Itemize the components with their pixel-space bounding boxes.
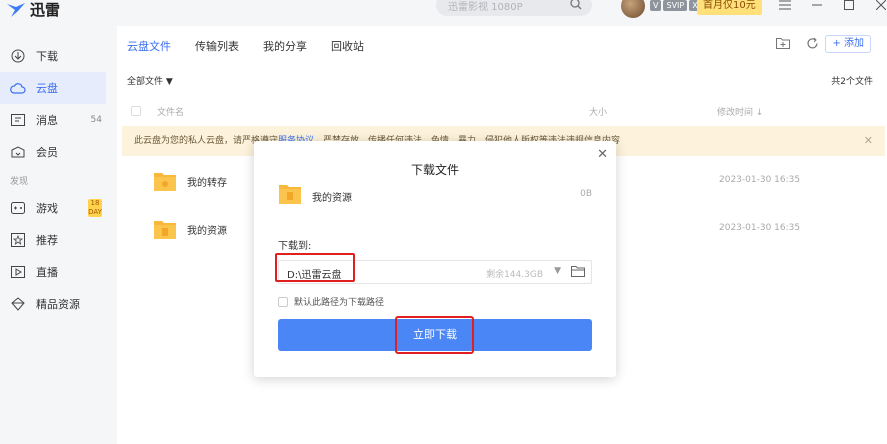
dialog-close-icon[interactable]: ✕ [597, 147, 608, 162]
refresh-icon[interactable] [806, 37, 819, 53]
app-logo: 迅雷 [6, 0, 60, 20]
search-placeholder: 迅雷影视 1080P [448, 1, 523, 13]
download-dialog: 下载文件 ✕ 我的资源 0B 下载到: D:\迅雷云盘 剩余144.3GB ▼ … [254, 141, 616, 377]
file-count: 共2个文件 [831, 77, 873, 87]
sidebar-item-games[interactable]: 游戏 18 DAY [0, 192, 112, 224]
tab-recycle-bin[interactable]: 回收站 [331, 38, 364, 54]
caret-down-icon: ▼ [165, 77, 173, 87]
message-icon [10, 112, 26, 128]
gem-icon [10, 296, 26, 312]
folder-icon [278, 181, 302, 208]
window-controls [776, 0, 887, 13]
app-name: 迅雷 [30, 1, 61, 19]
live-icon [10, 264, 26, 280]
toolbar [776, 37, 819, 53]
title-bar: 迅雷 迅雷影视 1080P V SVIP X 首月仅10元 [0, 0, 887, 20]
thunder-bird-icon [6, 2, 26, 18]
sidebar-item-resources[interactable]: 精品资源 [0, 288, 112, 320]
tab-my-shares[interactable]: 我的分享 [263, 38, 307, 54]
message-count: 54 [90, 115, 102, 125]
folder-icon [153, 218, 177, 243]
sidebar-item-label: 消息 [36, 114, 58, 127]
filter-dropdown[interactable]: 全部文件 ▼ [127, 74, 173, 87]
search-input[interactable]: 迅雷影视 1080P [436, 0, 592, 16]
file-name: 我的转存 [187, 178, 227, 189]
default-path-label: 默认此路径为下载路径 [294, 298, 385, 308]
search-icon[interactable] [570, 0, 582, 13]
highlight-box-path [275, 253, 355, 282]
file-time: 2023-01-30 16:35 [719, 175, 801, 185]
filter-label: 全部文件 [127, 77, 164, 87]
default-path-option[interactable]: 默认此路径为下载路径 [278, 295, 384, 308]
game-icon [10, 200, 26, 216]
section-label: 发现 [10, 177, 29, 187]
tab-transfers[interactable]: 传输列表 [195, 38, 239, 54]
download-to-label: 下载到: [278, 241, 312, 252]
tab-cloud-files[interactable]: 云盘文件 [127, 38, 171, 54]
file-name: 我的资源 [187, 226, 227, 237]
table-header: 文件名 大小 修改时间 ↓ [117, 102, 887, 122]
new-folder-icon[interactable] [776, 37, 790, 53]
highlight-box-button [395, 316, 474, 354]
vip-icon [10, 144, 26, 160]
close-icon[interactable] [872, 0, 887, 13]
chevron-down-icon[interactable]: ▼ [554, 266, 561, 276]
column-size[interactable]: 大小 [589, 105, 607, 118]
sidebar-item-label: 直播 [36, 266, 58, 279]
free-space: 剩余144.3GB [486, 270, 543, 280]
sidebar-item-label: 下载 [36, 50, 58, 63]
column-modified[interactable]: 修改时间 ↓ [717, 105, 763, 118]
folder-icon [153, 170, 177, 195]
vip-badges: V SVIP X [650, 0, 701, 11]
sidebar-item-label: 精品资源 [36, 298, 80, 311]
sidebar-item-recommend[interactable]: 推荐 [0, 224, 112, 256]
sidebar-item-cloud[interactable]: 云盘 [0, 72, 106, 104]
folder-browse-icon[interactable] [571, 265, 585, 280]
default-path-checkbox[interactable] [278, 296, 288, 307]
vip-badge: V [650, 0, 662, 11]
sidebar-item-label: 推荐 [36, 234, 58, 247]
dialog-file-item: 我的资源 0B [278, 181, 594, 211]
column-name[interactable]: 文件名 [157, 105, 184, 118]
tab-bar: 云盘文件 传输列表 我的分享 回收站 [127, 38, 364, 54]
add-button[interactable]: + 添加 [825, 35, 871, 53]
sidebar-item-live[interactable]: 直播 [0, 256, 112, 288]
download-icon [10, 48, 26, 64]
sidebar-item-label: 云盘 [36, 82, 58, 95]
minimize-icon[interactable] [808, 0, 826, 13]
game-badge: 18 DAY [88, 199, 102, 217]
avatar[interactable] [621, 0, 645, 18]
promo-button[interactable]: 首月仅10元 [697, 0, 762, 15]
select-all-checkbox[interactable] [131, 106, 141, 116]
star-icon [10, 232, 26, 248]
sidebar-item-label: 会员 [36, 146, 58, 159]
sidebar: 下载 云盘 消息 54 会员 发现 游戏 18 DAY 推荐 直播 精品资源 [0, 40, 112, 320]
dialog-file-size: 0B [580, 189, 592, 199]
dialog-file-name: 我的资源 [312, 193, 352, 204]
menu-icon[interactable] [776, 0, 794, 13]
dialog-title: 下载文件 [410, 163, 459, 177]
banner-close-icon[interactable]: ✕ [864, 126, 873, 156]
sidebar-item-download[interactable]: 下载 [0, 40, 112, 72]
file-time: 2023-01-30 16:35 [719, 223, 801, 233]
maximize-icon[interactable] [840, 0, 858, 13]
sidebar-item-messages[interactable]: 消息 54 [0, 104, 112, 136]
cloud-icon [10, 80, 26, 96]
sidebar-item-label: 游戏 [36, 202, 58, 215]
sidebar-item-vip[interactable]: 会员 [0, 136, 112, 168]
svip-badge: SVIP [663, 0, 688, 11]
